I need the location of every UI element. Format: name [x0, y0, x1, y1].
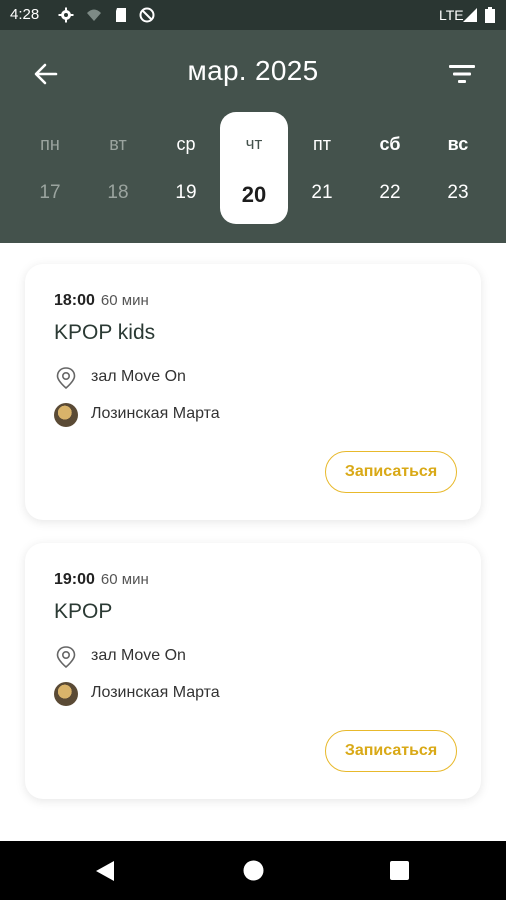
- day-number: 22: [379, 182, 401, 203]
- trainer-name: Лозинская Марта: [91, 684, 220, 701]
- system-nav-bar: [0, 841, 506, 900]
- session-time: 19:00: [54, 571, 95, 588]
- session-title: KPOP: [54, 600, 113, 623]
- session-duration: 60 мин: [100, 571, 149, 588]
- session-card[interactable]: 18:00 60 мин KPOP kids зал Move On Лозинс…: [25, 264, 481, 520]
- battery-icon: [485, 7, 495, 23]
- location-pin-icon: [56, 646, 76, 669]
- day-of-week: пт: [313, 134, 331, 154]
- session-title: KPOP kids: [54, 321, 156, 344]
- status-time: 4:28: [10, 6, 40, 23]
- signal-icon: [463, 8, 477, 22]
- session-time: 18:00: [54, 292, 95, 309]
- back-triangle-icon[interactable]: [95, 860, 115, 882]
- day-tue[interactable]: вт 18: [84, 112, 152, 224]
- day-number: 17: [39, 182, 61, 203]
- recents-square-icon[interactable]: [390, 861, 409, 880]
- day-of-week: вт: [109, 134, 127, 154]
- wifi-icon: [87, 9, 101, 21]
- session-time-row: 19:00 60 мин: [54, 571, 149, 589]
- day-of-week: вс: [447, 134, 469, 154]
- day-of-week: ср: [176, 134, 196, 154]
- signup-button[interactable]: Записаться: [325, 451, 457, 493]
- day-fri[interactable]: пт 21: [288, 112, 356, 224]
- session-duration: 60 мин: [100, 292, 149, 309]
- day-number: 21: [311, 182, 333, 203]
- trainer-avatar: [54, 682, 78, 706]
- sd-card-icon: [116, 8, 126, 22]
- filter-icon[interactable]: [448, 60, 476, 88]
- day-sat[interactable]: сб 22: [356, 112, 424, 224]
- day-number: 20: [241, 182, 267, 207]
- trainer-name: Лозинская Марта: [91, 405, 220, 422]
- session-card[interactable]: 19:00 60 мин KPOP зал Move On Лозинская М…: [25, 543, 481, 799]
- calendar-header: мар. 2025 пн 17 вт 18 ср 19 чт 20 пт 21 …: [0, 30, 506, 243]
- day-mon[interactable]: пн 17: [16, 112, 84, 224]
- home-circle-icon[interactable]: [243, 860, 264, 881]
- day-of-week: сб: [379, 134, 401, 154]
- day-wed[interactable]: ср 19: [152, 112, 220, 224]
- signup-button[interactable]: Записаться: [325, 730, 457, 772]
- day-number: 19: [175, 182, 197, 203]
- location-label: зал Move On: [91, 647, 186, 664]
- day-sun[interactable]: вс 23: [424, 112, 492, 224]
- status-bar: 4:28 LTE: [0, 0, 506, 30]
- month-title: мар. 2025: [187, 55, 319, 86]
- network-type: LTE: [439, 7, 464, 23]
- day-number: 23: [447, 182, 469, 203]
- day-number: 18: [107, 182, 129, 203]
- location-label: зал Move On: [91, 368, 186, 385]
- trainer-avatar: [54, 403, 78, 427]
- day-of-week: чт: [245, 134, 263, 153]
- circle-slash-icon: [139, 7, 155, 23]
- gear-icon: [58, 7, 74, 23]
- day-thu-selected[interactable]: чт 20: [220, 112, 288, 224]
- session-time-row: 18:00 60 мин: [54, 292, 149, 310]
- location-pin-icon: [56, 367, 76, 390]
- day-of-week: пн: [40, 134, 60, 154]
